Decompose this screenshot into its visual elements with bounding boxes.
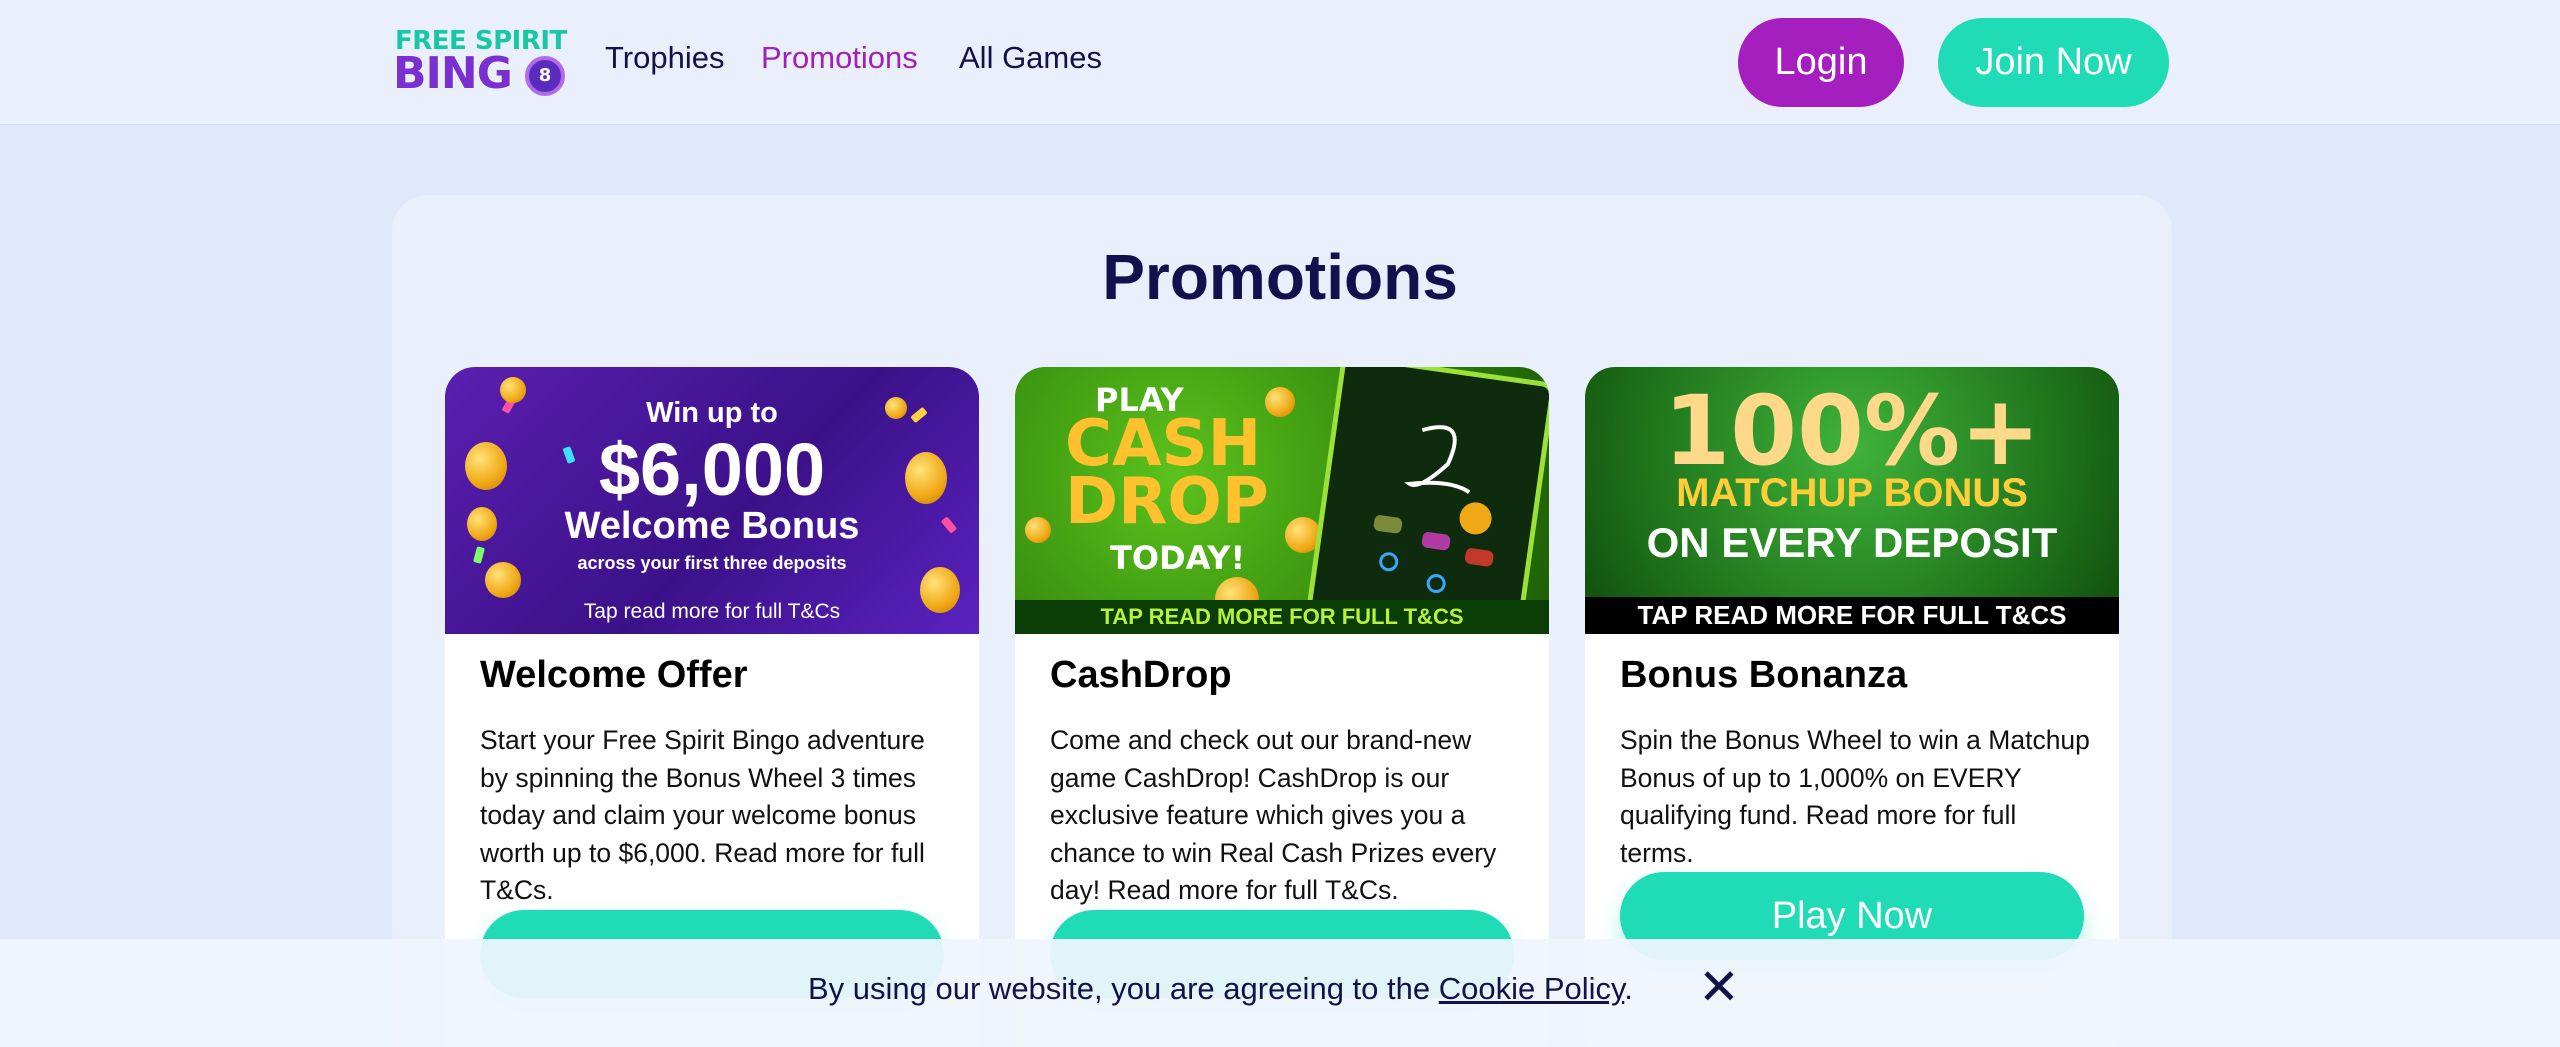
card-title: CashDrop (1050, 654, 1232, 696)
page-title: Promotions (1102, 241, 1458, 313)
welcome-offer-banner[interactable]: Win up to $6,000 Welcome Bonus across yo… (445, 367, 979, 634)
nav-all-games[interactable]: All Games (959, 40, 1102, 76)
cookie-text: By using our website, you are agreeing t… (808, 971, 1439, 1006)
phone-graphic (1305, 367, 1549, 634)
nav-trophies[interactable]: Trophies (605, 40, 724, 76)
banner-line-3: Welcome Bonus (564, 505, 860, 547)
cashdrop-banner[interactable]: PLAY CASH DROP TODAY! TAP READ MORE FOR … (1015, 367, 1549, 634)
banner-line-3: DROP (1065, 465, 1269, 539)
bonus-bonanza-banner[interactable]: 100%+ MATCHUP BONUS ON EVERY DEPOSIT TAP… (1585, 367, 2119, 634)
free-spirit-bingo-logo[interactable]: FREE SPIRIT BING 8 (393, 26, 568, 96)
banner-line-1: Win up to (646, 397, 778, 429)
banner-line-4: TODAY! (1110, 539, 1246, 577)
close-icon[interactable]: ✕ (1698, 962, 1740, 1012)
banner-line-2: $6,000 (598, 428, 826, 511)
banner-footer: TAP READ MORE FOR FULL T&CS (1585, 597, 2119, 634)
site-header: FREE SPIRIT BING 8 Trophies Promotions A… (0, 0, 2560, 125)
logo-ball: 8 (525, 56, 565, 96)
banner-line-3: ON EVERY DEPOSIT (1646, 519, 2058, 566)
cookie-policy-link[interactable]: Cookie Policy (1439, 971, 1625, 1006)
card-description: Come and check out our brand-new game Ca… (1050, 725, 1497, 905)
cookie-message: By using our website, you are agreeing t… (808, 971, 1633, 1007)
card-title: Bonus Bonanza (1620, 654, 1908, 696)
login-button[interactable]: Login (1738, 18, 1904, 107)
banner-line-5: Tap read more for full T&Cs (583, 600, 841, 623)
banner-footer: TAP READ MORE FOR FULL T&CS (1015, 600, 1549, 634)
cookie-text-end: . (1624, 971, 1633, 1006)
logo-bottom-text: BING (393, 48, 513, 99)
nav-promotions[interactable]: Promotions (761, 40, 918, 76)
banner-line-4: across your first three deposits (577, 553, 847, 573)
card-title: Welcome Offer (480, 654, 748, 696)
cashdrop-board-icon (1373, 425, 1494, 594)
join-now-button[interactable]: Join Now (1938, 18, 2169, 107)
card-description: Spin the Bonus Wheel to win a Matchup Bo… (1620, 725, 2090, 868)
banner-line-2: MATCHUP BONUS (1676, 471, 2028, 515)
card-description: Start your Free Spirit Bingo adventure b… (480, 725, 925, 905)
